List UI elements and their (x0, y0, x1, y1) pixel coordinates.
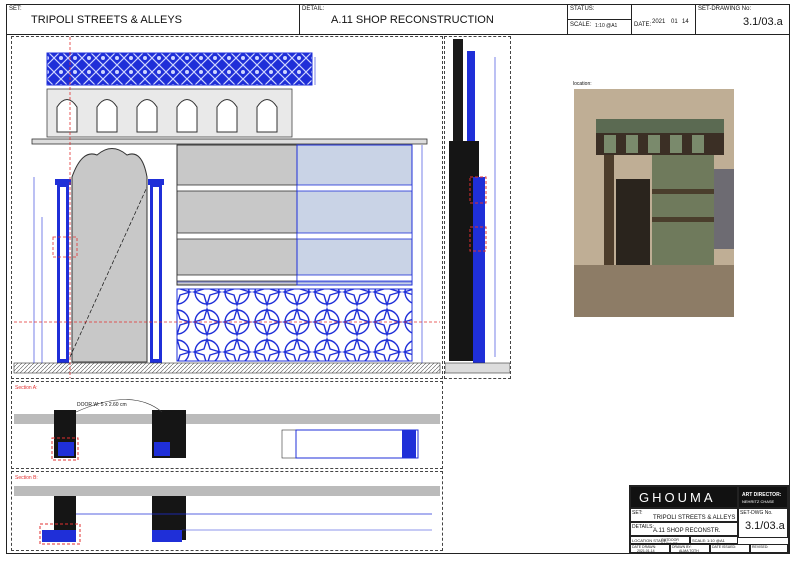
star-lattice-panel (176, 288, 413, 362)
front-elevation-panel (11, 36, 443, 379)
ground-hatch (13, 362, 441, 374)
section-b-panel: Section B: (11, 471, 443, 551)
door-note: DOOR W: 5 x 2.60 cm (77, 402, 127, 408)
section-b-drawing (14, 486, 440, 545)
tb-drawn-by-value: ALMA TOTH (679, 549, 699, 553)
tb-location-cell: LOCATION STAGE: OUTDOOR BACKLOT (630, 536, 690, 546)
art-director-label: ART DIRECTOR: (742, 492, 782, 498)
header-bar: SET: TRIPOLI STREETS & ALLEYS DETAIL: A.… (7, 5, 789, 35)
shelf-panel-grey (176, 144, 298, 286)
tb-set-value: TRIPOLI STREETS & ALLEYS (653, 515, 736, 521)
section-a-panel: Section A: DOOR W: 5 x 2.60 cm (11, 381, 443, 469)
tb-scale-label: SCALE: (692, 538, 707, 543)
set-cell: SET: TRIPOLI STREETS & ALLEYS (7, 5, 300, 34)
tb-drawn-by-cell: DRAWN BY: ALMA TOTH (670, 544, 710, 553)
studio-logo: GHOUMA (639, 490, 716, 505)
detail-cell: DETAIL: A.11 SHOP RECONSTRUCTION (300, 5, 568, 34)
date-day: 14 (682, 19, 689, 25)
location-photo (574, 89, 734, 317)
side-elevation-drawing (444, 39, 511, 374)
tb-date-issued-label: DATE ISSUED: (712, 545, 737, 549)
tb-date-drawn-cell: DATE DRAWN: 2021.01.14 (630, 544, 670, 553)
arched-niche-band (46, 88, 293, 138)
date-label: DATE: (634, 22, 652, 28)
shelf-panel-blue (296, 144, 413, 286)
photo-label: location: (573, 81, 592, 87)
tb-drawing-no-label: SET-DWG No. (740, 510, 773, 516)
date-year: 2021 (652, 19, 666, 25)
art-director-value: NEHRITZ CHASE (742, 499, 775, 504)
detail-label: DETAIL: (302, 6, 325, 12)
left-column (55, 179, 71, 363)
set-label: SET: (9, 6, 22, 12)
status-label: STATUS: (570, 6, 595, 12)
detail-value: A.11 SHOP RECONSTRUCTION (331, 14, 494, 26)
drawing-no-cell: SET-DRAWING No: 3.1/03.a (696, 5, 789, 34)
front-elevation-drawing (13, 37, 441, 378)
scale-label: SCALE: (570, 22, 592, 28)
tb-details-label: DETAILS: (632, 524, 654, 530)
section-a-drawing (14, 399, 440, 461)
tb-date-drawn-value: 2021.01.14 (637, 549, 655, 553)
section-a-label: Section A: (15, 385, 38, 391)
drawing-no-value: 3.1/03.a (743, 16, 783, 28)
title-block: GHOUMA ART DIRECTOR: NEHRITZ CHASE SET: … (629, 485, 789, 553)
tb-date-issued-cell: DATE ISSUED: (710, 544, 750, 553)
tb-drawing-no-cell: SET-DWG No. 3.1/03.a (738, 508, 788, 538)
title-logo-cell: GHOUMA (630, 486, 738, 508)
tb-drawing-no-value: 3.1/03.a (745, 520, 785, 532)
tb-scale-cell: SCALE: 1:10 @A1 (690, 536, 738, 544)
tb-revised-label: REVISED: (752, 545, 769, 549)
section-b-label: Section B: (15, 475, 38, 481)
tb-set-cell: SET: TRIPOLI STREETS & ALLEYS (630, 508, 738, 522)
drawing-no-label: SET-DRAWING No: (698, 6, 752, 12)
tb-details-value: A.11 SHOP RECONSTR. (653, 528, 721, 534)
doorway-opening (71, 148, 148, 363)
status-scale-cell: STATUS: SCALE: 1:10 @A1 (568, 5, 632, 34)
scale-value: 1:10 @A1 (595, 23, 618, 29)
right-column (148, 179, 164, 363)
date-cell: DATE: 2021 01 14 (632, 5, 696, 34)
tb-scale-value: 1:10 @A1 (707, 538, 725, 543)
tb-set-label: SET: (632, 510, 643, 516)
set-value: TRIPOLI STREETS & ALLEYS (31, 14, 182, 26)
date-month: 01 (671, 19, 678, 25)
art-director-cell: ART DIRECTOR: NEHRITZ CHASE (738, 486, 788, 508)
tb-revised-cell: REVISED: (750, 544, 788, 553)
drawing-sheet: SET: TRIPOLI STREETS & ALLEYS DETAIL: A.… (6, 4, 790, 554)
lattice-frieze (46, 52, 313, 86)
tb-details-cell: DETAILS: A.11 SHOP RECONSTR. (630, 522, 738, 536)
cornice (31, 138, 428, 145)
side-elevation-panel (444, 36, 511, 379)
